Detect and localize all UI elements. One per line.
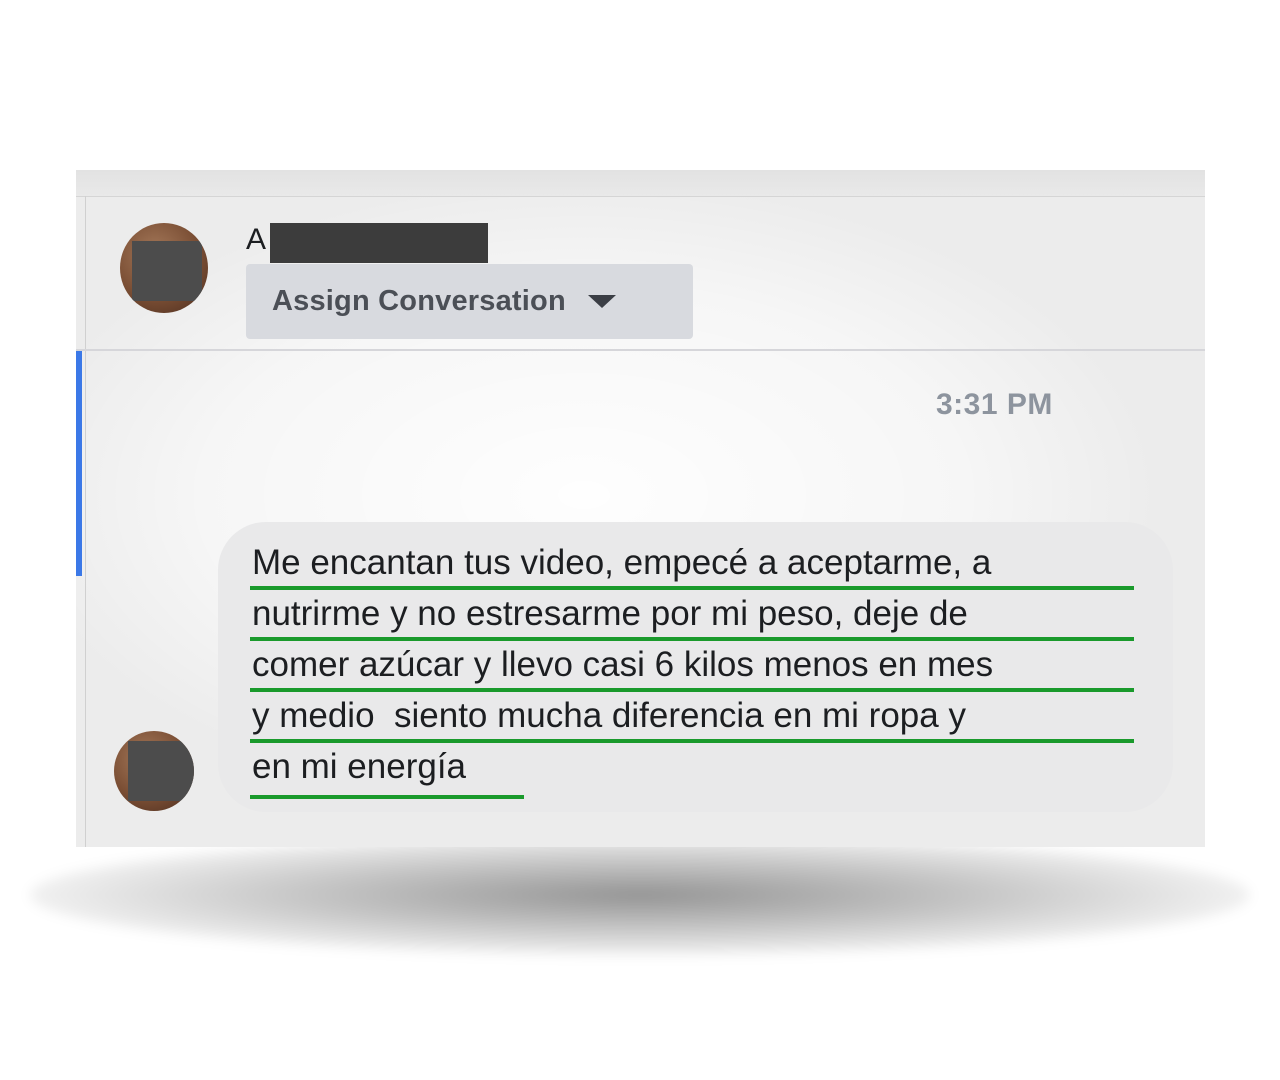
avatar-redaction (128, 741, 194, 801)
contact-name: A (246, 223, 267, 256)
panel-top-strip (76, 170, 1205, 197)
conversation-panel: A Assign Conversation 3:31 PM Me encanta… (76, 170, 1205, 847)
message-timestamp: 3:31 PM (936, 388, 1053, 421)
panel-left-border (85, 196, 86, 847)
highlight-underline (250, 688, 1134, 692)
unread-indicator (76, 351, 82, 576)
highlight-underline (250, 739, 1134, 743)
highlight-underline (250, 586, 1134, 590)
message-line: y medio siento mucha diferencia en mi ro… (252, 696, 966, 735)
highlight-underline (250, 637, 1134, 641)
message-line: Me encantan tus video, empecé a aceptarm… (252, 543, 992, 582)
card-shadow (30, 835, 1250, 955)
caret-down-icon (587, 295, 616, 308)
sender-avatar[interactable] (114, 731, 194, 811)
contact-avatar[interactable] (120, 223, 208, 313)
message-line: en mi energía (252, 747, 467, 786)
avatar-redaction (132, 241, 202, 301)
message-line: nutrirme y no estresarme por mi peso, de… (252, 594, 968, 633)
message-line: comer azúcar y llevo casi 6 kilos menos … (252, 645, 994, 684)
highlight-underline (250, 795, 524, 799)
header-divider (76, 349, 1205, 351)
assign-conversation-label: Assign Conversation (272, 285, 566, 317)
assign-conversation-button[interactable]: Assign Conversation (246, 264, 693, 339)
contact-name-redaction (270, 223, 488, 263)
